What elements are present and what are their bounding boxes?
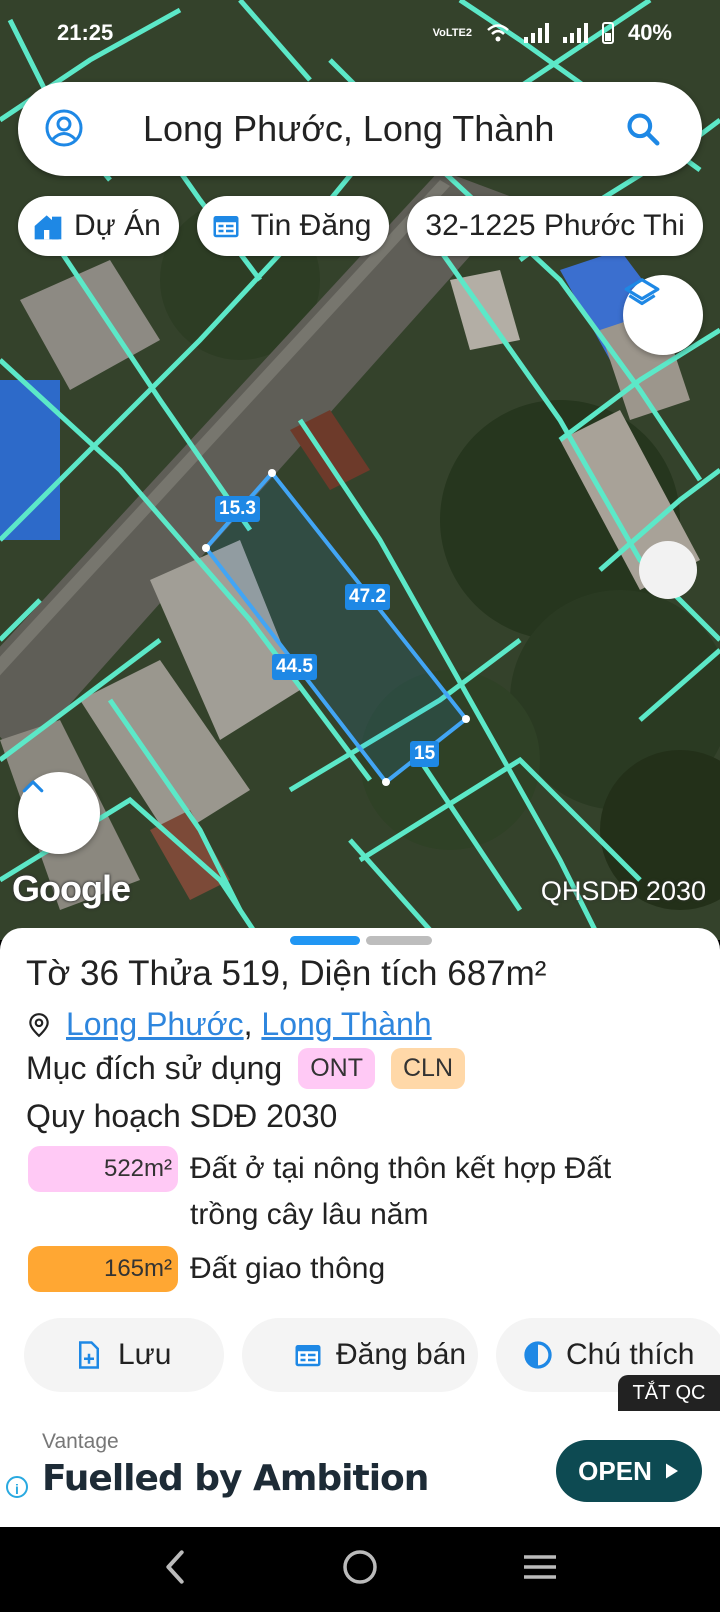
dimension-label: 15.3 — [215, 496, 260, 522]
land-use-badge: ONT — [298, 1048, 375, 1089]
dimension-label: 15 — [410, 741, 440, 767]
account-icon[interactable] — [44, 108, 84, 148]
play-arrow-icon — [665, 1463, 678, 1479]
save-button[interactable]: Lưu — [24, 1318, 224, 1392]
search-bar[interactable]: Long Phước, Long Thành — [18, 82, 702, 176]
calendar-icon — [295, 1345, 321, 1367]
expand-up-button[interactable] — [18, 772, 100, 854]
land-use-badge: CLN — [391, 1048, 466, 1089]
zone-description: Đất ở tại nông thôn kết hợp Đất trồng câ… — [190, 1152, 612, 1231]
chip-label: 32-1225 Phước Thi — [425, 209, 685, 242]
location-link-district[interactable]: Long Thành — [261, 1006, 431, 1043]
recent-apps-icon[interactable] — [520, 1547, 560, 1587]
land-use-row: Mục đích sử dụng ONT CLN — [26, 1048, 466, 1089]
dimension-label: 47.2 — [345, 584, 390, 610]
sheet-handle[interactable] — [366, 936, 432, 945]
battery-icon — [601, 22, 614, 44]
ad-info-icon[interactable]: i — [6, 1476, 28, 1498]
hide-ads-button[interactable]: TẮT QC — [618, 1375, 720, 1411]
plan-title: Quy hoạch SDĐ 2030 — [26, 1098, 338, 1134]
layers-icon — [624, 278, 660, 306]
system-nav-bar — [0, 1527, 720, 1612]
chip-label: Tin Đăng — [250, 209, 372, 242]
map-control-button[interactable] — [639, 541, 697, 599]
location-separator: , — [243, 1006, 262, 1042]
back-icon[interactable] — [160, 1547, 190, 1587]
layers-button[interactable] — [623, 275, 703, 355]
network-type: VoLTE2 — [432, 26, 472, 39]
home-icon[interactable] — [340, 1547, 380, 1587]
dimension-label: 44.5 — [272, 654, 317, 680]
ad-banner[interactable]: i Vantage Fuelled by Ambition OPEN — [0, 1412, 720, 1527]
status-time: 21:25 — [57, 20, 114, 45]
filter-chips: Dự Án Tin Đăng 32-1225 Phước Thi — [18, 196, 703, 256]
location-link-ward[interactable]: Long Phước — [66, 1006, 244, 1043]
zone-row: 522m² Đất ở tại nông thôn kết hợp Đất tr… — [28, 1146, 670, 1238]
status-bar: 21:25 VoLTE2 40% — [0, 0, 720, 70]
zone-area: 165m² — [28, 1246, 178, 1292]
legend-label: Chú thích — [566, 1338, 695, 1371]
house-icon — [34, 215, 62, 240]
chip-label: Dự Án — [74, 209, 161, 242]
ad-open-label: OPEN — [578, 1455, 652, 1486]
land-use-label: Mục đích sử dụng — [26, 1050, 283, 1086]
action-buttons: Lưu Đăng bán Chú thích — [24, 1318, 720, 1392]
location-pin-icon — [29, 1012, 49, 1037]
calendar-icon — [213, 216, 239, 238]
signal-2-icon — [562, 23, 588, 43]
zone-description: Đất giao thông — [190, 1252, 386, 1285]
search-icon[interactable] — [624, 110, 662, 148]
plot-location: Long Phước , Long Thành — [26, 1006, 432, 1043]
battery-level: 40% — [627, 20, 672, 45]
ad-brand: Vantage — [42, 1430, 119, 1453]
zone-row: 165m² Đất giao thông — [28, 1246, 670, 1292]
chevron-up-icon — [22, 780, 44, 793]
signal-1-icon — [523, 23, 549, 43]
google-logo: Google — [12, 868, 131, 909]
save-label: Lưu — [118, 1338, 172, 1371]
search-query[interactable]: Long Phước, Long Thành — [143, 108, 554, 150]
post-sale-label: Đăng bán — [336, 1338, 467, 1371]
map-layer-label: QHSDĐ 2030 — [540, 876, 706, 906]
plot-title: Tờ 36 Thửa 519, Diện tích 687m² — [26, 954, 547, 993]
plot-info-sheet[interactable]: Tờ 36 Thửa 519, Diện tích 687m² Long Phư… — [0, 928, 720, 1420]
zone-area: 522m² — [28, 1146, 178, 1192]
post-sale-button[interactable]: Đăng bán — [242, 1318, 478, 1392]
wifi-icon — [487, 24, 509, 42]
chip-address[interactable]: 32-1225 Phước Thi — [407, 196, 703, 256]
chip-tin-dang[interactable]: Tin Đăng — [196, 196, 390, 256]
file-add-icon — [79, 1341, 99, 1369]
ad-headline: Fuelled by Ambition — [42, 1458, 429, 1499]
ad-open-button[interactable]: OPEN — [556, 1440, 702, 1502]
sheet-handle[interactable] — [290, 936, 360, 945]
contrast-icon — [524, 1341, 552, 1369]
chip-du-an[interactable]: Dự Án — [18, 196, 179, 256]
